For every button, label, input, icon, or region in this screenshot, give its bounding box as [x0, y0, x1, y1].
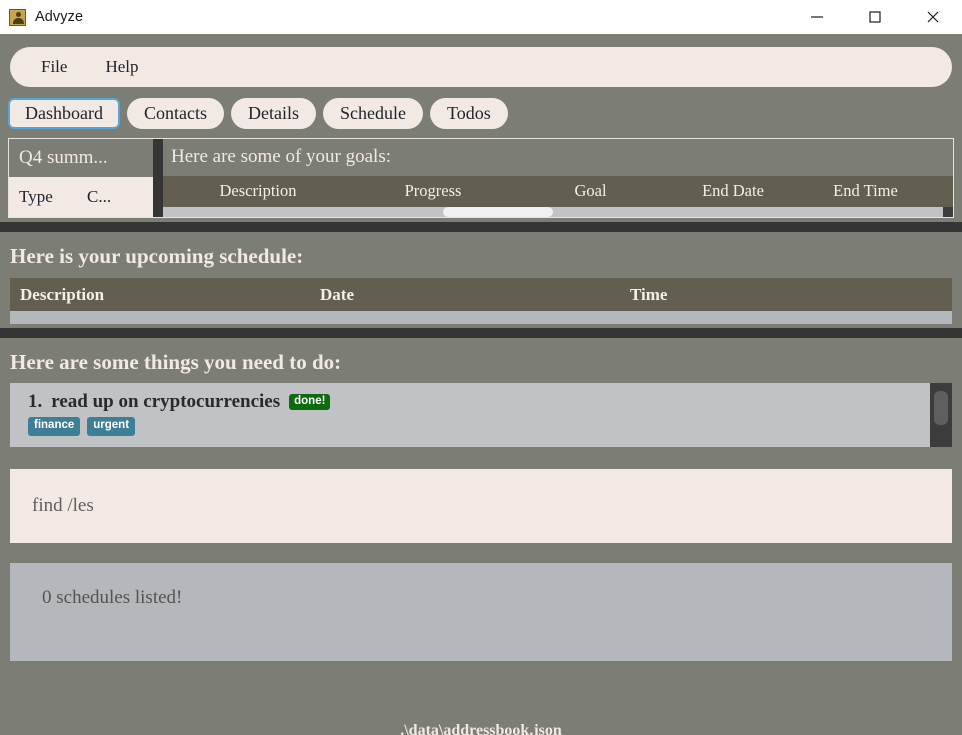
- window-title: Advyze: [35, 9, 84, 25]
- summary-column-c: C...: [87, 187, 112, 206]
- goals-scrollbar-corner: [943, 207, 953, 217]
- tab-bar: Dashboard Contacts Details Schedule Todo…: [8, 98, 962, 129]
- schedule-table-header: Description Date Time: [10, 278, 952, 311]
- menu-item-file[interactable]: File: [36, 54, 72, 80]
- goals-table-header: Description Progress Goal End Date End T…: [163, 175, 953, 207]
- tag-urgent: urgent: [87, 417, 136, 436]
- minimize-button[interactable]: [788, 0, 846, 34]
- close-button[interactable]: [904, 0, 962, 34]
- tab-todos[interactable]: Todos: [429, 98, 508, 129]
- goals-column-end-time: End Time: [833, 181, 898, 201]
- todo-scrollbar-thumb[interactable]: [934, 391, 948, 425]
- summary-table-header: Type C...: [9, 177, 153, 217]
- menu-item-help[interactable]: Help: [100, 54, 143, 80]
- schedule-table: Description Date Time: [10, 278, 952, 324]
- schedule-table-body: [10, 311, 952, 324]
- split-divider-handle[interactable]: [153, 139, 163, 217]
- goals-column-goal: Goal: [574, 181, 607, 201]
- todo-item-text: read up on cryptocurrencies: [51, 391, 281, 412]
- schedule-column-description: Description: [20, 284, 105, 304]
- address-book-icon: [9, 8, 26, 26]
- status-bar-file-path: .\data\addressbook.json: [400, 722, 562, 735]
- schedule-heading: Here is your upcoming schedule:: [10, 244, 304, 268]
- goals-column-progress: Progress: [404, 181, 462, 201]
- todo-item-index: 1.: [28, 391, 43, 412]
- todo-list-container: 1. read up on cryptocurrencies done! fin…: [10, 383, 952, 447]
- section-separator-schedule: [0, 328, 962, 338]
- tab-dashboard[interactable]: Dashboard: [8, 98, 120, 129]
- tab-details[interactable]: Details: [230, 98, 316, 129]
- result-display: 0 schedules listed!: [10, 563, 952, 661]
- goals-column-description: Description: [219, 181, 297, 201]
- goals-column-end-date: End Date: [702, 181, 764, 201]
- todo-vertical-scrollbar[interactable]: [930, 383, 952, 447]
- todo-item-tags: finance urgent: [28, 417, 930, 436]
- tab-schedule[interactable]: Schedule: [322, 98, 423, 129]
- command-input[interactable]: find /les: [10, 469, 952, 543]
- goals-panel: Here are some of your goals: Description…: [163, 139, 953, 217]
- schedule-column-date: Date: [320, 284, 354, 304]
- window-controls: [788, 0, 962, 34]
- todos-heading: Here are some things you need to do:: [10, 350, 342, 374]
- maximize-button[interactable]: [846, 0, 904, 34]
- goals-scrollbar-thumb[interactable]: [443, 207, 553, 217]
- todo-item[interactable]: 1. read up on cryptocurrencies done!: [28, 391, 930, 413]
- menu-bar: File Help: [10, 47, 952, 87]
- section-separator-goals: [0, 222, 962, 232]
- todo-list: 1. read up on cryptocurrencies done! fin…: [10, 383, 930, 447]
- app-body: File Help Dashboard Contacts Details Sch…: [0, 47, 962, 735]
- status-badge: done!: [289, 393, 331, 411]
- summary-column-type: Type: [19, 187, 53, 206]
- title-bar: Advyze: [0, 0, 962, 34]
- goals-horizontal-scrollbar[interactable]: [163, 207, 953, 217]
- goals-split-area: Q4 summ... Type C... Here are some of yo…: [8, 138, 954, 218]
- summary-panel: Q4 summ... Type C...: [9, 139, 153, 217]
- summary-panel-title: Q4 summ...: [19, 147, 108, 168]
- tab-contacts[interactable]: Contacts: [126, 98, 224, 129]
- schedule-column-time: Time: [630, 284, 668, 304]
- title-bar-left: Advyze: [0, 8, 84, 26]
- tag-finance: finance: [28, 417, 81, 436]
- goals-heading: Here are some of your goals:: [171, 146, 392, 168]
